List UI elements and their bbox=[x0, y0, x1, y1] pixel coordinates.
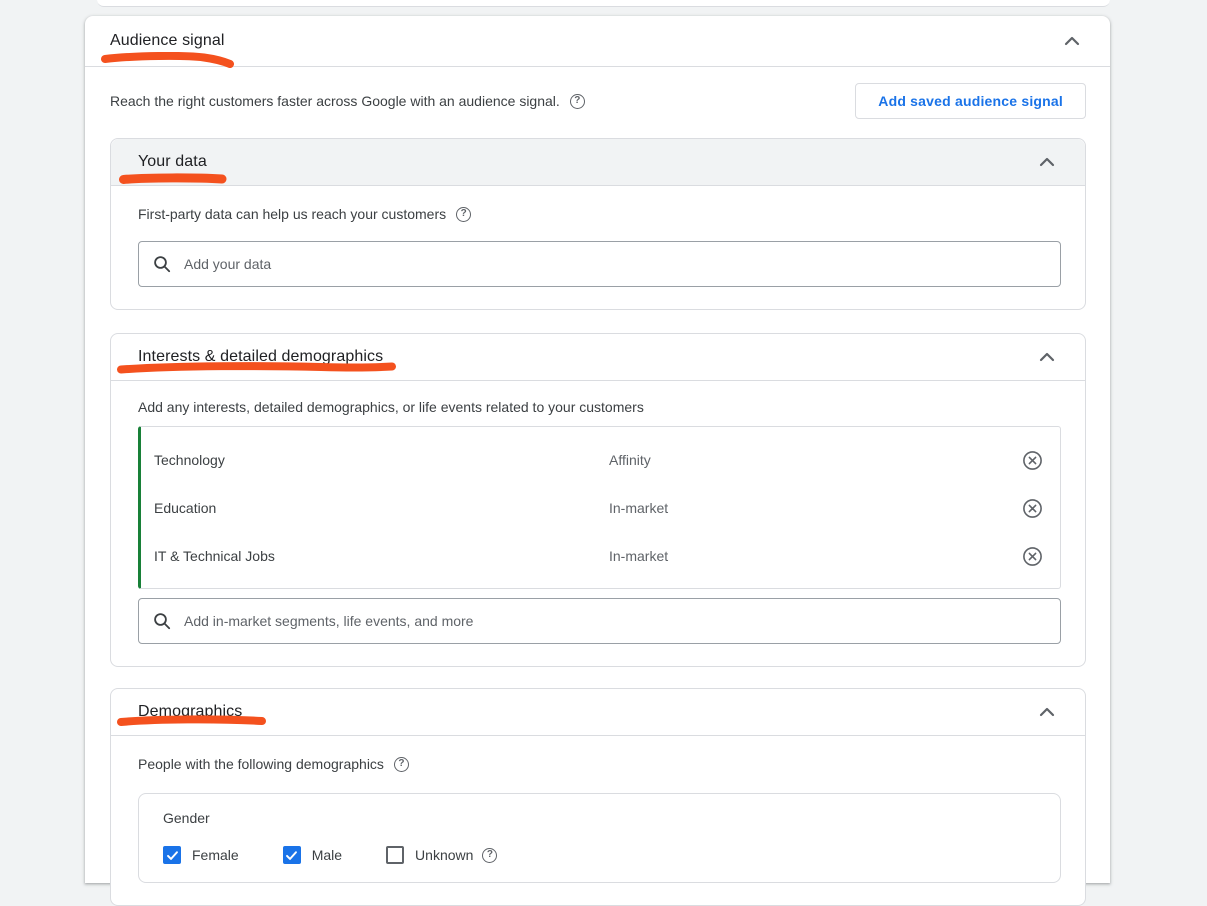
your-data-description: First-party data can help us reach your … bbox=[138, 206, 446, 222]
demographics-header[interactable]: Demographics bbox=[111, 689, 1085, 736]
demographics-card: Demographics People with the following d… bbox=[110, 688, 1086, 906]
your-data-search-input[interactable] bbox=[184, 256, 1046, 272]
your-data-header[interactable]: Your data bbox=[111, 139, 1085, 186]
chevron-up-icon[interactable] bbox=[1037, 702, 1057, 722]
checkmark-icon bbox=[285, 849, 298, 862]
female-label: Female bbox=[192, 847, 239, 863]
unknown-label: Unknown bbox=[415, 847, 473, 863]
gender-option-male[interactable]: Male bbox=[283, 846, 342, 864]
interests-header[interactable]: Interests & detailed demographics bbox=[111, 334, 1085, 381]
add-saved-audience-signal-button[interactable]: Add saved audience signal bbox=[855, 83, 1086, 119]
demographics-title: Demographics bbox=[138, 703, 242, 721]
interests-title: Interests & detailed demographics bbox=[138, 348, 383, 366]
chevron-up-icon[interactable] bbox=[1062, 31, 1082, 51]
gender-option-unknown[interactable]: Unknown ? bbox=[386, 846, 497, 864]
interests-card: Interests & detailed demographics Add an… bbox=[110, 333, 1086, 667]
gender-option-female[interactable]: Female bbox=[163, 846, 239, 864]
selected-interests-list: Technology Affinity Education In-market bbox=[138, 426, 1061, 589]
interest-row: Technology Affinity bbox=[141, 436, 1060, 484]
demographics-description: People with the following demographics bbox=[138, 756, 384, 772]
remove-interest-icon[interactable] bbox=[1022, 546, 1043, 567]
interest-type: In-market bbox=[609, 500, 1022, 516]
your-data-search-box[interactable] bbox=[138, 241, 1061, 287]
help-icon[interactable]: ? bbox=[394, 757, 409, 772]
help-icon[interactable]: ? bbox=[482, 848, 497, 863]
help-icon[interactable]: ? bbox=[570, 94, 585, 109]
male-checkbox[interactable] bbox=[283, 846, 301, 864]
audience-signal-title: Audience signal bbox=[110, 32, 224, 50]
audience-signal-header[interactable]: Audience signal bbox=[85, 16, 1110, 67]
previous-card-bottom-edge bbox=[97, 0, 1110, 7]
interests-description: Add any interests, detailed demographics… bbox=[138, 399, 644, 415]
search-icon bbox=[153, 255, 171, 273]
gender-label: Gender bbox=[163, 810, 1036, 826]
interests-search-input[interactable] bbox=[184, 613, 1046, 629]
interest-name: Technology bbox=[154, 452, 609, 468]
audience-signal-description-row: Reach the right customers faster across … bbox=[110, 83, 1086, 119]
interest-row: IT & Technical Jobs In-market bbox=[141, 532, 1060, 580]
interest-type: In-market bbox=[609, 548, 1022, 564]
audience-signal-description: Reach the right customers faster across … bbox=[110, 93, 560, 109]
chevron-up-icon[interactable] bbox=[1037, 347, 1057, 367]
help-icon[interactable]: ? bbox=[456, 207, 471, 222]
remove-interest-icon[interactable] bbox=[1022, 498, 1043, 519]
gender-box: Gender Female bbox=[138, 793, 1061, 883]
search-icon bbox=[153, 612, 171, 630]
your-data-title: Your data bbox=[138, 153, 207, 171]
chevron-up-icon[interactable] bbox=[1037, 152, 1057, 172]
interests-search-box[interactable] bbox=[138, 598, 1061, 644]
interest-name: Education bbox=[154, 500, 609, 516]
interest-row: Education In-market bbox=[141, 484, 1060, 532]
interest-name: IT & Technical Jobs bbox=[154, 548, 609, 564]
unknown-checkbox[interactable] bbox=[386, 846, 404, 864]
male-label: Male bbox=[312, 847, 342, 863]
audience-signal-card: Audience signal Reach the right customer… bbox=[85, 16, 1110, 883]
female-checkbox[interactable] bbox=[163, 846, 181, 864]
checkmark-icon bbox=[166, 849, 179, 862]
remove-interest-icon[interactable] bbox=[1022, 450, 1043, 471]
your-data-card: Your data First-party data can help us r… bbox=[110, 138, 1086, 310]
interest-type: Affinity bbox=[609, 452, 1022, 468]
